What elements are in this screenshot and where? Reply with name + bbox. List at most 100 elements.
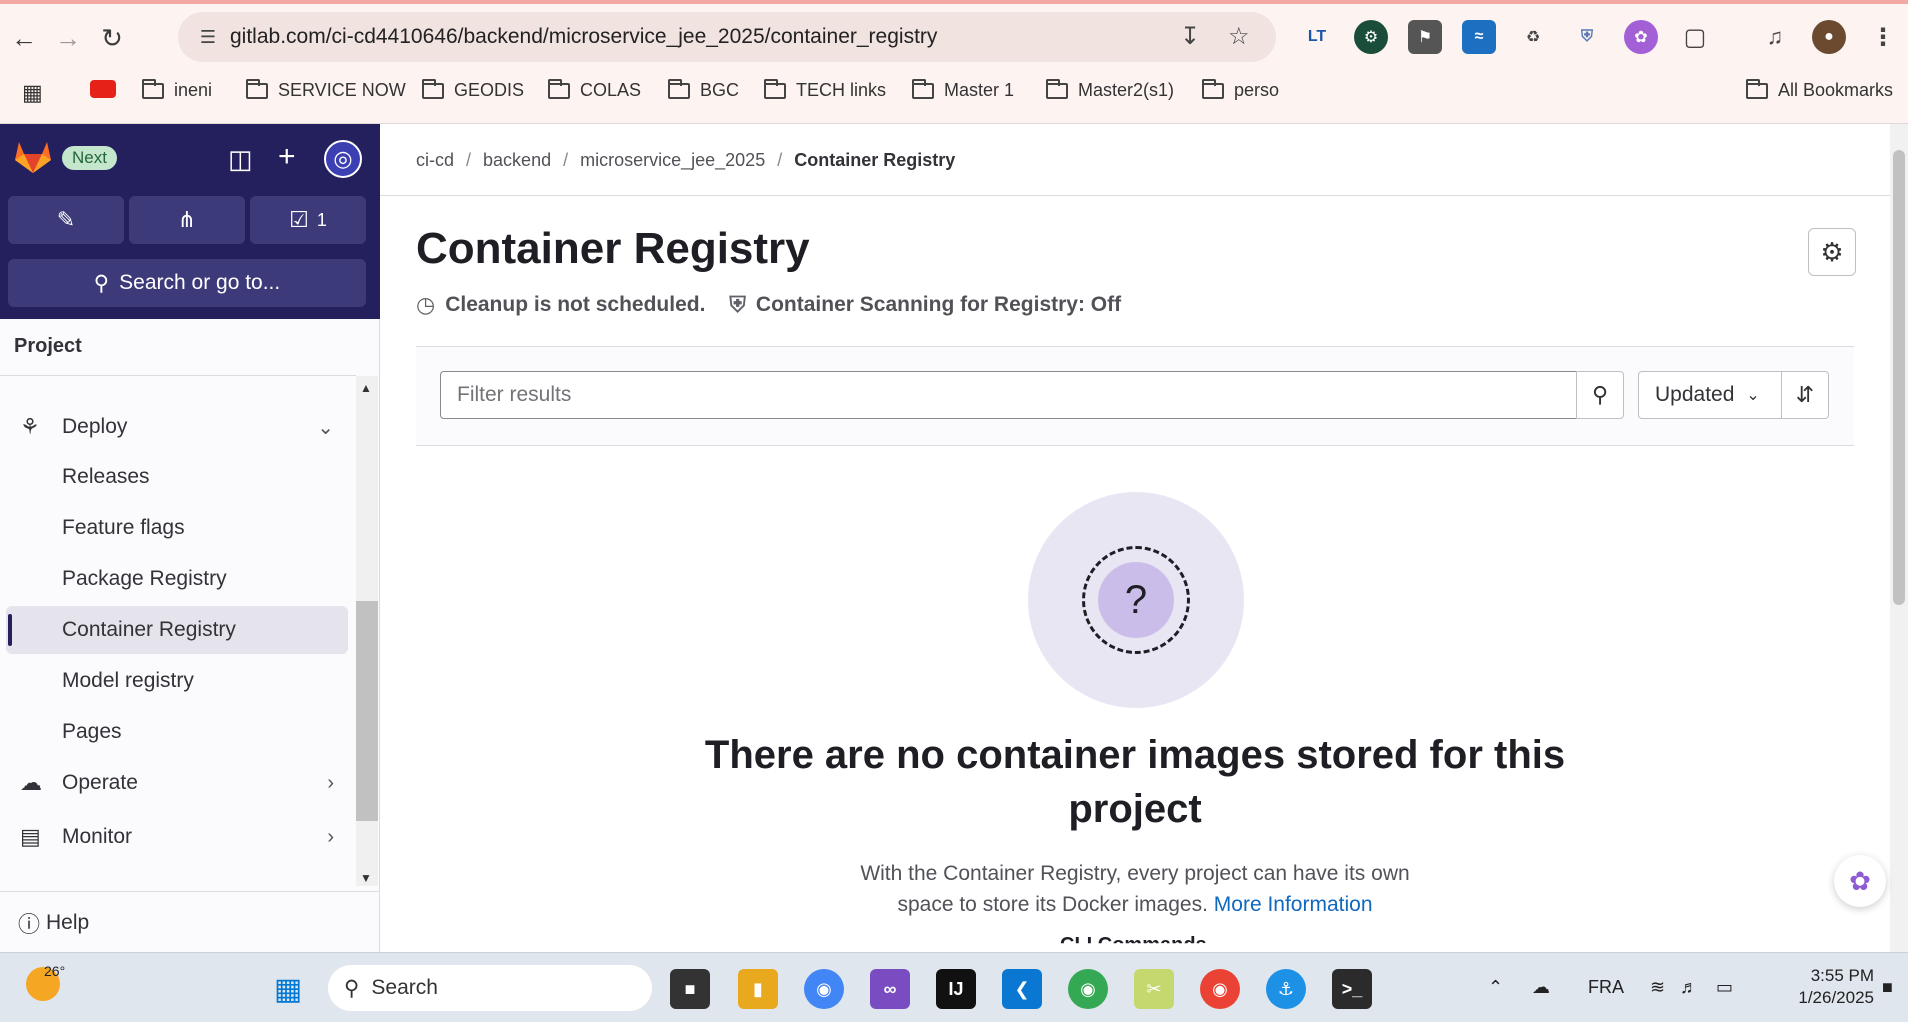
bookmark-extension-icon[interactable]: ⚑	[1408, 20, 1442, 54]
chevron-right-icon: ›	[327, 771, 334, 794]
bookmark-folder[interactable]: BGC	[668, 78, 739, 101]
folder-icon	[1202, 78, 1224, 99]
todos-button[interactable]: ☑ 1	[250, 196, 366, 244]
bookmark-folder[interactable]: Master2(s1)	[1046, 78, 1174, 101]
filter-search-button[interactable]: ⚲	[1576, 371, 1624, 419]
breadcrumb-current[interactable]: Container Registry	[794, 150, 955, 171]
next-badge[interactable]: Next	[62, 146, 117, 170]
bookmark-folder[interactable]: Master 1	[912, 78, 1014, 101]
back-icon[interactable]: ←	[4, 18, 44, 58]
bookmark-folder[interactable]: COLAS	[548, 78, 641, 101]
brain-extension-icon[interactable]: ✿	[1624, 20, 1658, 54]
onedrive-icon[interactable]: ☁	[1532, 977, 1550, 998]
sidebar-toggle-icon[interactable]: ◫	[228, 144, 253, 175]
sort-direction-button[interactable]: ⇵	[1781, 371, 1829, 419]
all-bookmarks[interactable]: All Bookmarks	[1746, 78, 1893, 101]
vscode-icon[interactable]: ❮	[1002, 969, 1042, 1009]
bookmark-star-icon[interactable]: ☆	[1228, 22, 1250, 51]
chrome-other-profile-icon[interactable]: ◉	[1200, 969, 1240, 1009]
taskbar-search[interactable]: ⚲ Search	[328, 965, 652, 1011]
gitlab-logo-icon[interactable]	[14, 140, 52, 174]
snipping-tool-icon[interactable]: ✂	[1134, 969, 1174, 1009]
filter-input[interactable]	[440, 371, 1578, 419]
bookmark-folder[interactable]: perso	[1202, 78, 1279, 101]
chrome-icon[interactable]: ◉	[804, 969, 844, 1009]
address-bar[interactable]: ☰ gitlab.com/ci-cd4410646/backend/micros…	[178, 12, 1276, 62]
scroll-down-arrow-icon[interactable]: ▼	[360, 871, 372, 885]
sidebar-item-package-registry[interactable]: Package Registry	[0, 555, 356, 603]
volume-icon[interactable]: ♬	[1680, 977, 1698, 998]
cli-commands-heading: CLI Commands	[1060, 934, 1207, 952]
youtube-icon[interactable]	[90, 80, 116, 98]
page-scroll-thumb[interactable]	[1893, 150, 1905, 605]
bookmark-folder[interactable]: TECH links	[764, 78, 886, 101]
languagetool-extension-icon[interactable]: LT	[1300, 20, 1334, 54]
apps-grid-icon[interactable]: ▦	[22, 80, 43, 106]
breadcrumb-item[interactable]: microservice_jee_2025	[580, 150, 765, 171]
sidebar-item-container-registry[interactable]: Container Registry	[6, 606, 348, 654]
recycle-extension-icon[interactable]: ♻	[1516, 20, 1550, 54]
url-text[interactable]: gitlab.com/ci-cd4410646/backend/microser…	[230, 25, 937, 49]
profile-avatar[interactable]: ●	[1812, 20, 1846, 54]
sidebar-item-releases[interactable]: Releases	[0, 453, 356, 501]
merge-requests-button[interactable]: ⋔	[129, 196, 245, 244]
media-control-icon[interactable]: ♫	[1758, 20, 1792, 54]
install-app-icon[interactable]: ↧	[1180, 22, 1200, 51]
system-clock[interactable]: 3:55 PM 1/26/2025	[1774, 965, 1874, 1009]
file-explorer-icon[interactable]: ▮	[738, 969, 778, 1009]
settings-button[interactable]: ⚙	[1808, 228, 1856, 276]
sort-dropdown[interactable]: Updated ⌄	[1638, 371, 1782, 419]
visual-studio-icon[interactable]: ∞	[870, 969, 910, 1009]
forward-icon[interactable]: →	[48, 18, 88, 58]
windows-start-icon[interactable]: ▦	[268, 969, 308, 1009]
sidebar-item-operate[interactable]: ☁ Operate ›	[0, 759, 356, 807]
merge-request-icon: ⋔	[177, 207, 197, 232]
help-button[interactable]: ⓘ Help	[0, 891, 379, 952]
wifi-icon[interactable]: ≋	[1650, 977, 1665, 998]
chevron-down-icon: ⌄	[317, 416, 334, 439]
sidebar-item-monitor[interactable]: ▤ Monitor ›	[0, 813, 356, 861]
breadcrumb-item[interactable]: backend	[483, 150, 551, 171]
notifications-icon[interactable]: ■	[1882, 977, 1893, 998]
site-info-icon[interactable]: ☰	[186, 27, 230, 48]
reload-icon[interactable]: ↻	[92, 18, 132, 58]
empty-state-description: With the Container Registry, every proje…	[860, 862, 1410, 916]
user-avatar[interactable]: ◎	[324, 140, 362, 178]
puzzle-extensions-icon[interactable]: ▢	[1678, 20, 1712, 54]
bookmark-folder[interactable]: ineni	[142, 78, 212, 101]
sidebar-item-pages[interactable]: Pages	[0, 708, 356, 756]
chrome-profile-icon[interactable]: ◉	[1068, 969, 1108, 1009]
terminal-icon[interactable]: >_	[1332, 969, 1372, 1009]
todo-count: 1	[316, 209, 327, 230]
sidebar-scroll-thumb[interactable]	[356, 601, 378, 821]
task-view-icon[interactable]: ■	[670, 969, 710, 1009]
folder-icon	[912, 78, 934, 99]
gear-extension-icon[interactable]: ⚙	[1354, 20, 1388, 54]
folder-icon	[422, 78, 444, 99]
sidebar-item-deploy[interactable]: ⚘ Deploy ⌄	[0, 403, 356, 451]
breadcrumb-item[interactable]: ci-cd	[416, 150, 454, 171]
folder-icon	[764, 78, 786, 99]
plus-icon[interactable]: +	[278, 140, 296, 174]
wave-extension-icon[interactable]: ≈	[1462, 20, 1496, 54]
registry-meta: ◷ Cleanup is not scheduled. ⛨ Container …	[416, 292, 1121, 318]
bookmark-folder[interactable]: GEODIS	[422, 78, 524, 101]
search-or-go-to-button[interactable]: ⚲ Search or go to...	[8, 259, 366, 307]
brain-extension-bubble-icon[interactable]: ✿	[1834, 855, 1886, 907]
sidebar-item-feature-flags[interactable]: Feature flags	[0, 504, 356, 552]
battery-icon[interactable]: ▭	[1716, 977, 1733, 998]
docker-icon[interactable]: ⚓	[1266, 969, 1306, 1009]
intellij-icon[interactable]: IJ	[936, 969, 976, 1009]
more-information-link[interactable]: More Information	[1214, 893, 1373, 916]
shield-extension-icon[interactable]: ⛨	[1570, 20, 1604, 54]
issues-button[interactable]: ✎	[8, 196, 124, 244]
language-indicator[interactable]: FRA	[1588, 977, 1624, 998]
scroll-up-arrow-icon[interactable]: ▲	[360, 381, 372, 395]
rocket-icon: ⚘	[20, 414, 40, 439]
breadcrumb-separator: /	[466, 150, 472, 170]
bookmark-folder[interactable]: SERVICE NOW	[246, 78, 406, 101]
browser-menu-icon[interactable]: ⋮	[1866, 20, 1900, 54]
tray-overflow-chevron-icon[interactable]: ⌃	[1488, 977, 1503, 998]
sidebar-item-model-registry[interactable]: Model registry	[0, 657, 356, 705]
weather-temperature: 26°	[44, 963, 66, 979]
